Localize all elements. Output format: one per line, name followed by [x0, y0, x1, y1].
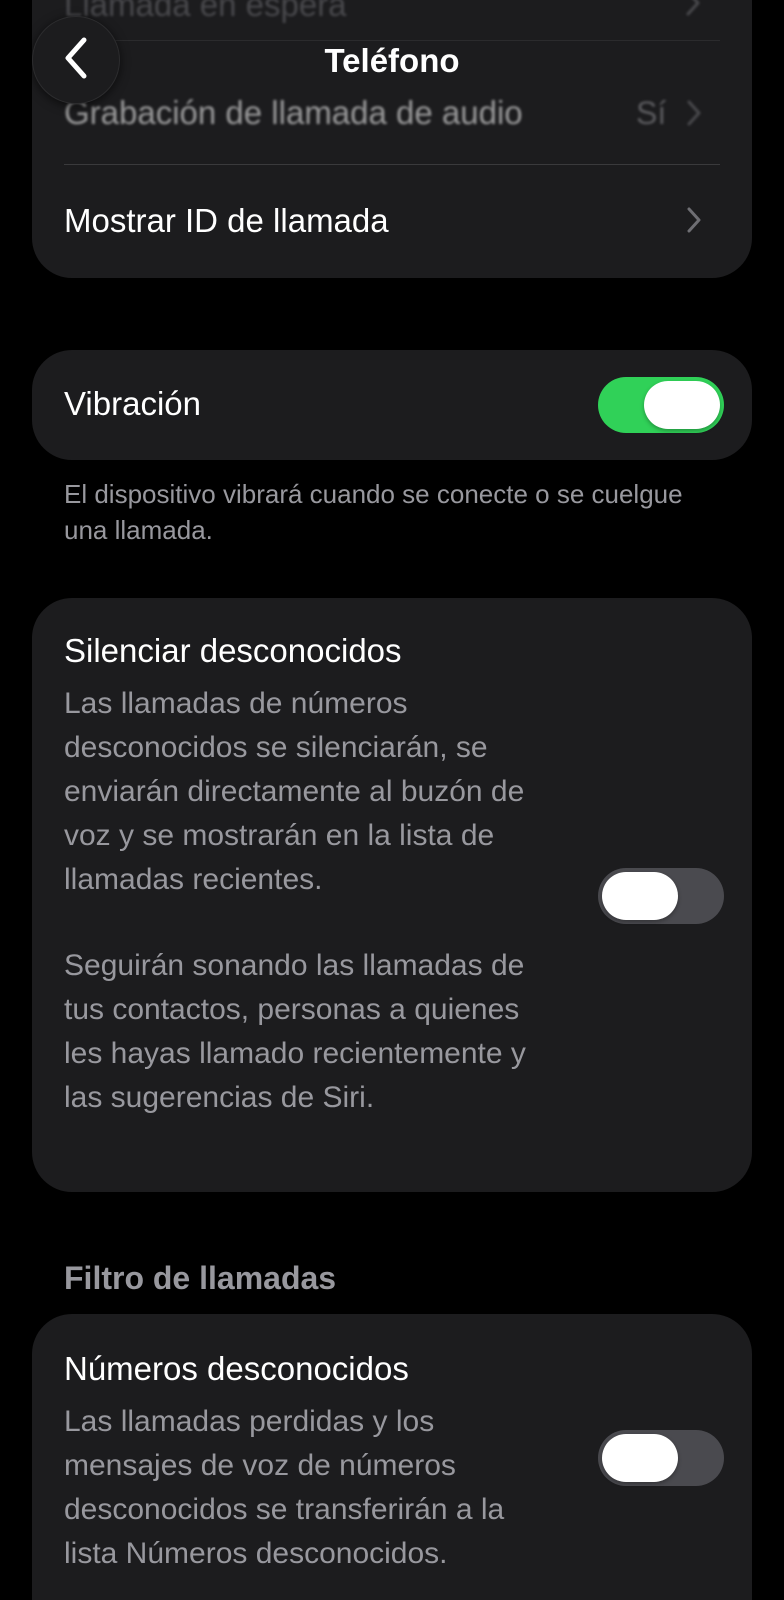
silence-unknown-note: Seguirán sonando las llamadas de tus con… [64, 949, 526, 1114]
unknown-numbers-toggle[interactable] [598, 1430, 724, 1486]
audio-recording-label: Grabación de llamada de audio [64, 94, 523, 131]
vibration-card: Vibración [32, 350, 752, 460]
call-waiting-label[interactable]: Llamada en espera [64, 0, 347, 24]
audio-recording-value: Sí [636, 95, 667, 131]
vibration-toggle[interactable] [598, 377, 724, 433]
chevron-right-icon [686, 0, 700, 16]
silence-unknown-toggle[interactable] [598, 868, 724, 924]
unknown-numbers-card: Números desconocidos Las llamadas perdid… [32, 1314, 752, 1600]
show-caller-id-label: Mostrar ID de llamada [64, 202, 389, 239]
unknown-numbers-description: Las llamadas perdidas y los mensajes de … [64, 1405, 505, 1570]
toggle-knob [644, 381, 720, 429]
chevron-right-icon [687, 207, 701, 233]
chevron-right-icon [687, 100, 701, 126]
silence-unknown-card: Silenciar desconocidos Las llamadas de n… [32, 598, 752, 1192]
toggle-knob [602, 1434, 678, 1482]
vibration-footnote: El dispositivo vibrará cuando se conecte… [64, 479, 683, 545]
divider [64, 40, 720, 41]
unknown-numbers-title: Números desconocidos [64, 1350, 409, 1387]
toggle-knob [602, 872, 678, 920]
silence-unknown-description: Las llamadas de números desconocidos se … [64, 687, 525, 896]
divider [64, 164, 720, 165]
call-filter-header: Filtro de llamadas [64, 1260, 337, 1296]
silence-unknown-title: Silenciar desconocidos [64, 632, 402, 669]
phone-settings-screen: Llamada en espera Grabación de llamada d… [0, 0, 784, 1600]
page-title: Teléfono [324, 42, 460, 79]
vibration-label: Vibración [64, 385, 201, 422]
